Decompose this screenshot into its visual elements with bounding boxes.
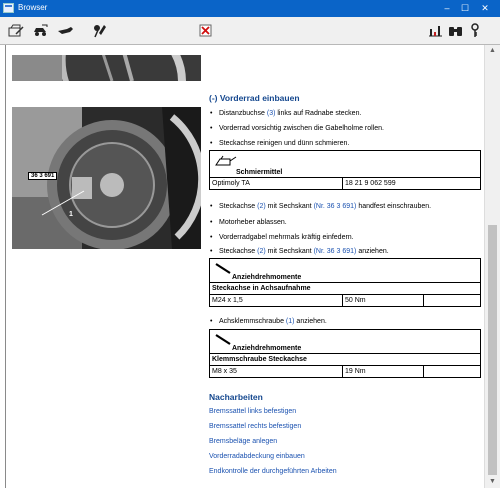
app-icon <box>3 3 14 13</box>
chart-icon[interactable] <box>425 21 445 39</box>
torque-empty <box>423 294 481 307</box>
torque-spec: M24 x 1,5 <box>209 294 343 307</box>
torque-subheader: Steckachse in Achsaufnahme <box>209 282 481 295</box>
scroll-down-icon[interactable]: ▼ <box>485 476 500 488</box>
torque-subheader: Klemmschraube Steckachse <box>209 353 481 366</box>
torque-header: Anziehdrehmomente <box>232 274 302 281</box>
torque-empty <box>423 365 481 378</box>
close-button[interactable]: ✕ <box>476 0 494 17</box>
lubricant-header: Schmiermittel <box>236 169 283 176</box>
vertical-scrollbar[interactable]: ▲ ▼ <box>484 45 500 488</box>
window-title: Browser <box>18 3 48 12</box>
minimize-button[interactable]: – <box>438 0 456 17</box>
part-ref-link[interactable]: (2) <box>257 248 266 255</box>
torque-header: Anziehdrehmomente <box>232 345 302 352</box>
callout-label: 1 <box>69 211 73 218</box>
part-ref-link[interactable]: (2) <box>257 203 266 210</box>
torque-value: 19 Nm <box>342 365 424 378</box>
lubricant-table: Schmiermittel Optimoly TA 18 21 9 062 599 <box>209 150 481 190</box>
section-title-nacharbeiten: Nacharbeiten <box>209 392 263 402</box>
binoculars-icon[interactable] <box>445 21 465 39</box>
scroll-up-icon[interactable]: ▲ <box>485 45 500 57</box>
tool-number-label: 36 3 691 <box>28 172 58 180</box>
nacharbeiten-link[interactable]: Bremsbeläge anlegen <box>209 438 277 445</box>
doc-edit-icon[interactable] <box>6 21 26 39</box>
hand-pointer-icon[interactable] <box>55 21 75 39</box>
document-view: 36 3 691 1 (-) Vorderrad einbauen • Dista… <box>0 45 484 488</box>
torque-table-2: Anziehdrehmomente Klemmschraube Steckach… <box>209 329 481 378</box>
nacharbeiten-link[interactable]: Bremssattel rechts befestigen <box>209 423 301 430</box>
tool-ref-link[interactable]: (Nr. 36 3 691) <box>314 248 357 255</box>
nacharbeiten-link[interactable]: Vorderradabdeckung einbauen <box>209 453 305 460</box>
maximize-button[interactable]: ☐ <box>456 0 474 17</box>
wheel-photo-main: 36 3 691 1 <box>12 107 201 249</box>
torque-value: 50 Nm <box>342 294 424 307</box>
nacharbeiten-link[interactable]: Bremssattel links befestigen <box>209 408 296 415</box>
pen-tool-icon[interactable] <box>90 21 110 39</box>
nacharbeiten-link[interactable]: Endkontrolle der durchgeführten Arbeiten <box>209 468 337 475</box>
car-tool-icon[interactable] <box>30 21 50 39</box>
torque-table-1: Anziehdrehmomente Steckachse in Achsaufn… <box>209 258 481 307</box>
scroll-thumb[interactable] <box>488 225 497 475</box>
lubricant-name: Optimoly TA <box>209 177 343 190</box>
wheel-photo-top <box>12 55 201 81</box>
key-icon[interactable] <box>465 21 485 39</box>
torque-spec: M8 x 35 <box>209 365 343 378</box>
toolbar <box>0 17 500 45</box>
oil-can-icon <box>215 155 237 166</box>
cancel-icon[interactable] <box>195 21 215 39</box>
left-border <box>5 45 6 488</box>
procedure-title: (-) Vorderrad einbauen <box>209 93 300 103</box>
title-bar: Browser – ☐ ✕ <box>0 0 500 17</box>
tool-ref-link[interactable]: (Nr. 36 3 691) <box>314 203 357 210</box>
lubricant-partno: 18 21 9 062 599 <box>342 177 481 190</box>
